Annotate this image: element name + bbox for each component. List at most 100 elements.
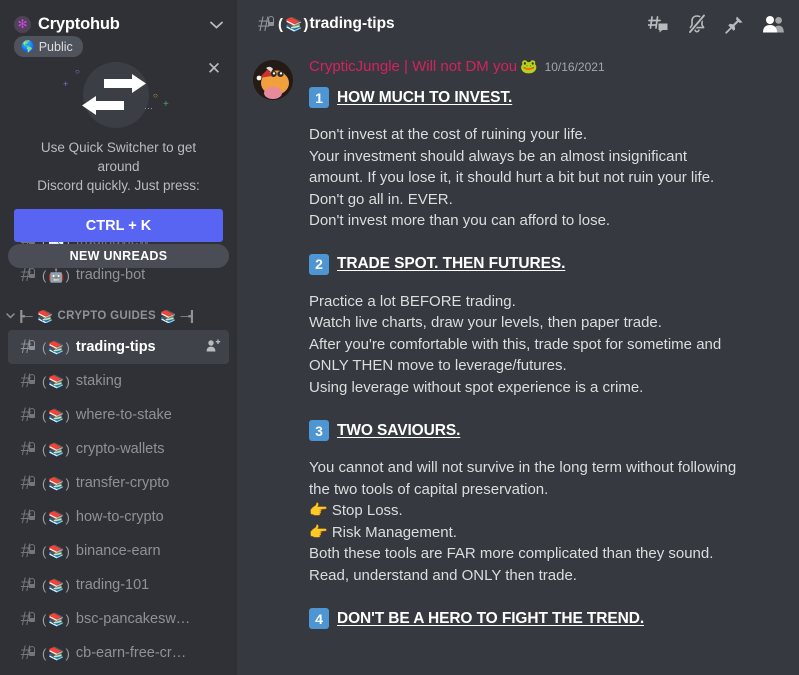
channel-item-trading-101[interactable]: # ( 📚 ) trading-101 — [8, 568, 229, 602]
main-content: # ( 📚 ) trading-tips CrypticJungle | Wil… — [237, 0, 799, 675]
channel-item-where-to-stake[interactable]: # ( 📚 ) where-to-stake — [8, 398, 229, 432]
text-line: Watch live charts, draw your levels, the… — [309, 314, 662, 331]
text-line: Don't invest at the cost of ruining your… — [309, 126, 588, 143]
avatar[interactable] — [253, 60, 293, 100]
channel-name: cb-earn-free-cr… — [75, 645, 187, 661]
hash-locked-icon: # — [16, 372, 36, 391]
books-emoji: 📚 — [48, 339, 65, 355]
bracket-close: ) — [65, 645, 70, 661]
section-heading: 2 TRADE SPOT. THEN FUTURES. — [309, 253, 785, 275]
notifications-muted-icon[interactable] — [687, 14, 707, 34]
message-body: CrypticJungle | Will not DM you 🐸 10/16/… — [309, 58, 785, 629]
message-list[interactable]: CrypticJungle | Will not DM you 🐸 10/16/… — [237, 48, 799, 675]
robot-emoji: 🤖 — [48, 267, 65, 283]
public-badge[interactable]: 🌎 Public — [14, 36, 83, 57]
channel-item-transfer-crypto[interactable]: # ( 📚 ) transfer-crypto — [8, 466, 229, 500]
quick-switcher-line1: Use Quick Switcher to get around — [40, 140, 197, 174]
channel-list[interactable]: # ( 📉 ) tradingview # ( 🤖 ) trading-bot — [0, 224, 237, 675]
members-icon[interactable] — [762, 15, 785, 33]
hash-locked-icon: # — [16, 508, 36, 527]
channel-sidebar: ✻ Cryptohub 🌎 Public ✕ ○ + ○ + ⋯ Use Qui… — [0, 0, 237, 675]
channel-name: trading-tips — [75, 339, 156, 355]
text-line: Your investment should always be an almo… — [309, 147, 687, 165]
bracket-close: ) — [65, 267, 70, 283]
new-unreads-bar[interactable]: NEW UNREADS — [8, 244, 229, 268]
text-line: You cannot and will not survive in the l… — [309, 459, 737, 476]
bracket-open: ( — [42, 611, 47, 627]
sparkle-circle-icon: ○ — [75, 67, 80, 76]
hash-locked-icon: # — [16, 542, 36, 561]
message: CrypticJungle | Will not DM you 🐸 10/16/… — [237, 56, 799, 629]
discord-app: ✻ Cryptohub 🌎 Public ✕ ○ + ○ + ⋯ Use Qui… — [0, 0, 799, 675]
bracket-close: ) — [65, 475, 70, 491]
add-member-icon[interactable] — [206, 339, 221, 355]
channel-item-cb-earn-free-crypto[interactable]: # ( 📚 ) cb-earn-free-cr… — [8, 636, 229, 670]
message-header: CrypticJungle | Will not DM you 🐸 10/16/… — [309, 58, 785, 75]
bracket-open: ( — [42, 543, 47, 559]
deco-bracket-right: ─┫ — [180, 310, 196, 323]
chevron-down-icon[interactable] — [210, 17, 223, 32]
bracket-open: ( — [42, 645, 47, 661]
bracket-open: ( — [42, 407, 47, 423]
text-line: Don't invest more than you can afford to… — [309, 212, 611, 229]
text-line: ONLY THEN move to leverage/futures. — [309, 357, 567, 374]
section-title: TRADE SPOT. THEN FUTURES. — [337, 255, 566, 272]
hash-locked-icon: # — [16, 266, 36, 285]
category-label: CRYPTO GUIDES — [57, 310, 157, 322]
illustration-circle — [83, 62, 149, 128]
books-emoji: 📚 — [48, 407, 65, 423]
pin-icon[interactable] — [725, 15, 744, 34]
category-crypto-guides[interactable]: ┣─ 📚 CRYPTO GUIDES 📚 ─┫ — [0, 302, 237, 330]
books-emoji: 📚 — [37, 309, 54, 323]
bracket-open: ( — [278, 15, 283, 33]
section-number-badge: 2 — [309, 253, 329, 275]
bracket-close: ) — [65, 339, 70, 355]
hash-locked-icon: # — [253, 14, 275, 35]
sparkle-circle-icon: ○ — [153, 91, 158, 100]
hash-locked-icon: # — [16, 610, 36, 629]
hash-locked-icon: # — [16, 338, 36, 357]
hash-locked-icon: # — [16, 406, 36, 425]
channel-item-how-to-crypto[interactable]: # ( 📚 ) how-to-crypto — [8, 500, 229, 534]
section-heading: 1 HOW MUCH TO INVEST. — [309, 87, 785, 108]
channel-name: bsc-pancakesw… — [75, 611, 191, 627]
section-heading: 3 TWO SAVIOURS. — [309, 420, 785, 441]
channel-item-trading-tips[interactable]: # ( 📚 ) trading-tips — [8, 330, 229, 364]
quick-switcher-popup: ✕ ○ + ○ + ⋯ Use Quick Switcher to get ar… — [0, 48, 237, 242]
text-line: Practice a lot BEFORE trading. — [309, 292, 516, 310]
text-line: Don't go all in. EVER. — [309, 190, 453, 208]
channel-title: ( 📚 ) trading-tips — [278, 15, 395, 33]
channel-name: trading-bot — [75, 267, 146, 283]
channel-name: where-to-stake — [75, 407, 172, 423]
bracket-close: ) — [65, 543, 70, 559]
hash-locked-icon: # — [16, 576, 36, 595]
books-emoji: 📚 — [48, 577, 65, 593]
section-number-badge: 1 — [309, 87, 329, 108]
bracket-open: ( — [42, 577, 47, 593]
deco-bracket-left: ┣─ — [18, 310, 34, 323]
books-emoji: 📚 — [48, 543, 65, 559]
channel-name: crypto-wallets — [75, 441, 165, 457]
message-timestamp: 10/16/2021 — [544, 60, 605, 74]
message-author[interactable]: CrypticJungle | Will not DM you — [309, 58, 517, 75]
bracket-close: ) — [65, 407, 70, 423]
bracket-open: ( — [42, 475, 47, 491]
channel-name: transfer-crypto — [75, 475, 170, 491]
section-heading: 4 DON'T BE A HERO TO FIGHT THE TREND. — [309, 608, 785, 629]
channel-item-staking[interactable]: # ( 📚 ) staking — [8, 364, 229, 398]
channel-item-binance-earn[interactable]: # ( 📚 ) binance-earn — [8, 534, 229, 568]
channel-item-bsc-pancakeswap[interactable]: # ( 📚 ) bsc-pancakesw… — [8, 602, 229, 636]
hash-locked-icon: # — [16, 440, 36, 459]
section-body: Practice a lot BEFORE trading. Watch liv… — [309, 291, 785, 399]
text-line: Both these tools are FAR more complicate… — [309, 545, 714, 562]
quick-switcher-line2: Discord quickly. Just press: — [37, 178, 200, 193]
bracket-close: ) — [65, 577, 70, 593]
threads-icon[interactable] — [648, 14, 669, 34]
channel-item-crypto-wallets[interactable]: # ( 📚 ) crypto-wallets — [8, 432, 229, 466]
quick-switcher-shortcut-button[interactable]: CTRL + K — [14, 209, 223, 242]
chevron-down-icon[interactable] — [6, 311, 18, 322]
header-toolbar — [648, 14, 785, 34]
bracket-close: ) — [65, 441, 70, 457]
bracket-close: ) — [65, 611, 70, 627]
arrow-left-icon — [82, 96, 124, 115]
